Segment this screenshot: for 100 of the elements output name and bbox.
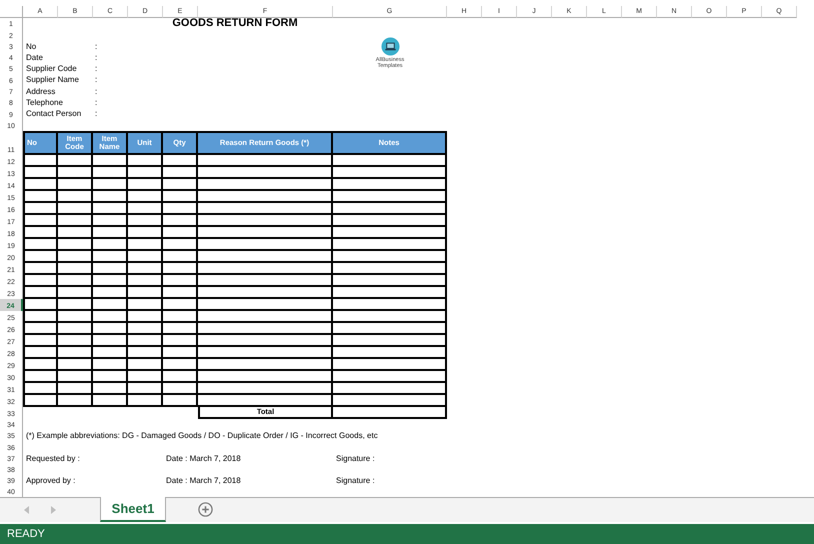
table-cell	[93, 370, 128, 383]
table-cell	[23, 262, 58, 275]
colon-text: :	[94, 52, 98, 64]
table-cell	[23, 238, 58, 251]
table-cell	[163, 190, 198, 203]
table-cell	[128, 250, 163, 263]
table-cell	[23, 334, 58, 347]
table-cell	[23, 286, 58, 299]
table-cell	[163, 238, 198, 251]
table-cell	[58, 298, 93, 311]
colon-text: :	[94, 97, 98, 108]
field-label: Address	[25, 86, 56, 98]
field-label: Date	[25, 52, 44, 64]
sheet-tab[interactable]: Sheet1	[100, 497, 166, 522]
table-cell	[23, 358, 58, 371]
table-cell	[58, 358, 93, 371]
table-cell	[23, 370, 58, 383]
table-cell	[163, 274, 198, 287]
table-cell	[58, 178, 93, 191]
table-cell	[128, 202, 163, 215]
colon-text: :	[94, 40, 98, 52]
table-cell	[163, 202, 198, 215]
table-cell	[23, 394, 58, 407]
table-cell	[163, 358, 198, 371]
table-cell	[93, 238, 128, 251]
table-cell	[58, 262, 93, 275]
table-cell	[23, 190, 58, 203]
table-cell	[93, 190, 128, 203]
table-cell	[128, 238, 163, 251]
colon-text: :	[94, 108, 98, 120]
table-cell	[58, 346, 93, 359]
right-arrow-icon[interactable]	[51, 506, 56, 514]
table-cell	[163, 154, 198, 167]
table-cell	[93, 286, 128, 299]
table-cell	[93, 262, 128, 275]
table-cell	[23, 298, 58, 311]
table-cell	[58, 310, 93, 323]
table-cell	[93, 358, 128, 371]
table-cell	[93, 154, 128, 167]
table-cell	[23, 214, 58, 227]
table-cell	[23, 250, 58, 263]
table-cell	[163, 334, 198, 347]
table-cell	[23, 322, 58, 335]
table-cell	[128, 394, 163, 407]
table-cell	[58, 250, 93, 263]
field-label: Telephone	[25, 97, 64, 108]
table-cell	[58, 334, 93, 347]
date-text: Date : March 7, 2018	[165, 474, 242, 486]
table-cell	[128, 190, 163, 203]
field-label: Supplier Code	[25, 63, 78, 74]
table-cell	[93, 226, 128, 239]
table-cell	[163, 178, 198, 191]
table-cell	[128, 382, 163, 395]
table-cell	[58, 190, 93, 203]
table-cell	[93, 250, 128, 263]
signature-label: Signature :	[335, 474, 376, 486]
colon-text: :	[94, 63, 98, 74]
table-cell	[23, 310, 58, 323]
table-cell	[58, 154, 93, 167]
table-cell	[58, 382, 93, 395]
table-cell	[163, 346, 198, 359]
table-cell	[128, 322, 163, 335]
table-cell	[128, 166, 163, 179]
table-cell	[128, 178, 163, 191]
table-cell	[163, 310, 198, 323]
date-text: Date : March 7, 2018	[165, 452, 242, 464]
table-cell	[93, 166, 128, 179]
colon-text: :	[94, 74, 98, 86]
table-cell	[128, 214, 163, 227]
left-arrow-icon[interactable]	[24, 506, 29, 514]
colon-text: :	[94, 86, 98, 98]
table-cell	[93, 298, 128, 311]
table-cell	[128, 370, 163, 383]
table-cell	[93, 334, 128, 347]
table-cell	[93, 202, 128, 215]
table-cell	[128, 262, 163, 275]
table-cell	[93, 310, 128, 323]
field-label: No	[25, 40, 38, 52]
add-sheet-icon[interactable]	[198, 502, 213, 518]
table-cell	[58, 214, 93, 227]
table-cell	[128, 334, 163, 347]
table-cell	[163, 166, 198, 179]
table-cell	[58, 238, 93, 251]
table-cell	[23, 166, 58, 179]
table-cell	[163, 298, 198, 311]
table-cell	[163, 226, 198, 239]
signatory-label: Requested by :	[25, 452, 81, 464]
table-cell	[58, 286, 93, 299]
table-cell	[23, 346, 58, 359]
table-cell	[23, 202, 58, 215]
form-title: GOODS RETURN FORM	[171, 18, 299, 30]
table-cell	[93, 178, 128, 191]
table-cell	[93, 346, 128, 359]
table-cell	[163, 250, 198, 263]
table-cell	[58, 202, 93, 215]
table-cell	[128, 358, 163, 371]
table-cell	[163, 322, 198, 335]
signature-label: Signature :	[335, 452, 376, 464]
table-cell	[23, 274, 58, 287]
table-cell	[58, 226, 93, 239]
